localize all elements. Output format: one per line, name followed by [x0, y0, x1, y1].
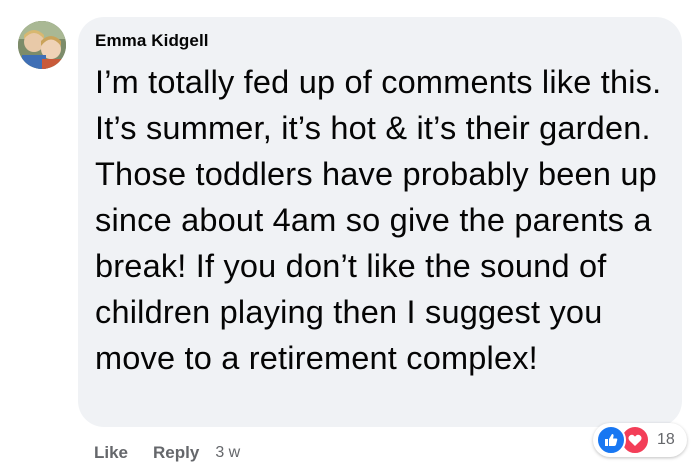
- comment-timestamp[interactable]: 3 w: [215, 444, 240, 462]
- comment-container: Emma Kidgell I’m totally fed up of comme…: [0, 0, 700, 472]
- reactions-summary[interactable]: 18: [593, 423, 687, 457]
- comment-actions: Like Reply 3 w: [94, 441, 240, 465]
- like-button[interactable]: Like: [94, 443, 128, 463]
- like-icon: [596, 425, 626, 455]
- comment-text: I’m totally fed up of comments like this…: [95, 64, 662, 376]
- avatar[interactable]: [18, 21, 66, 69]
- comment-bubble: Emma Kidgell I’m totally fed up of comme…: [78, 17, 682, 427]
- avatar-photo: [18, 21, 66, 69]
- reaction-count: 18: [657, 431, 675, 448]
- reply-button[interactable]: Reply: [153, 443, 199, 463]
- comment-author-name[interactable]: Emma Kidgell: [95, 31, 209, 51]
